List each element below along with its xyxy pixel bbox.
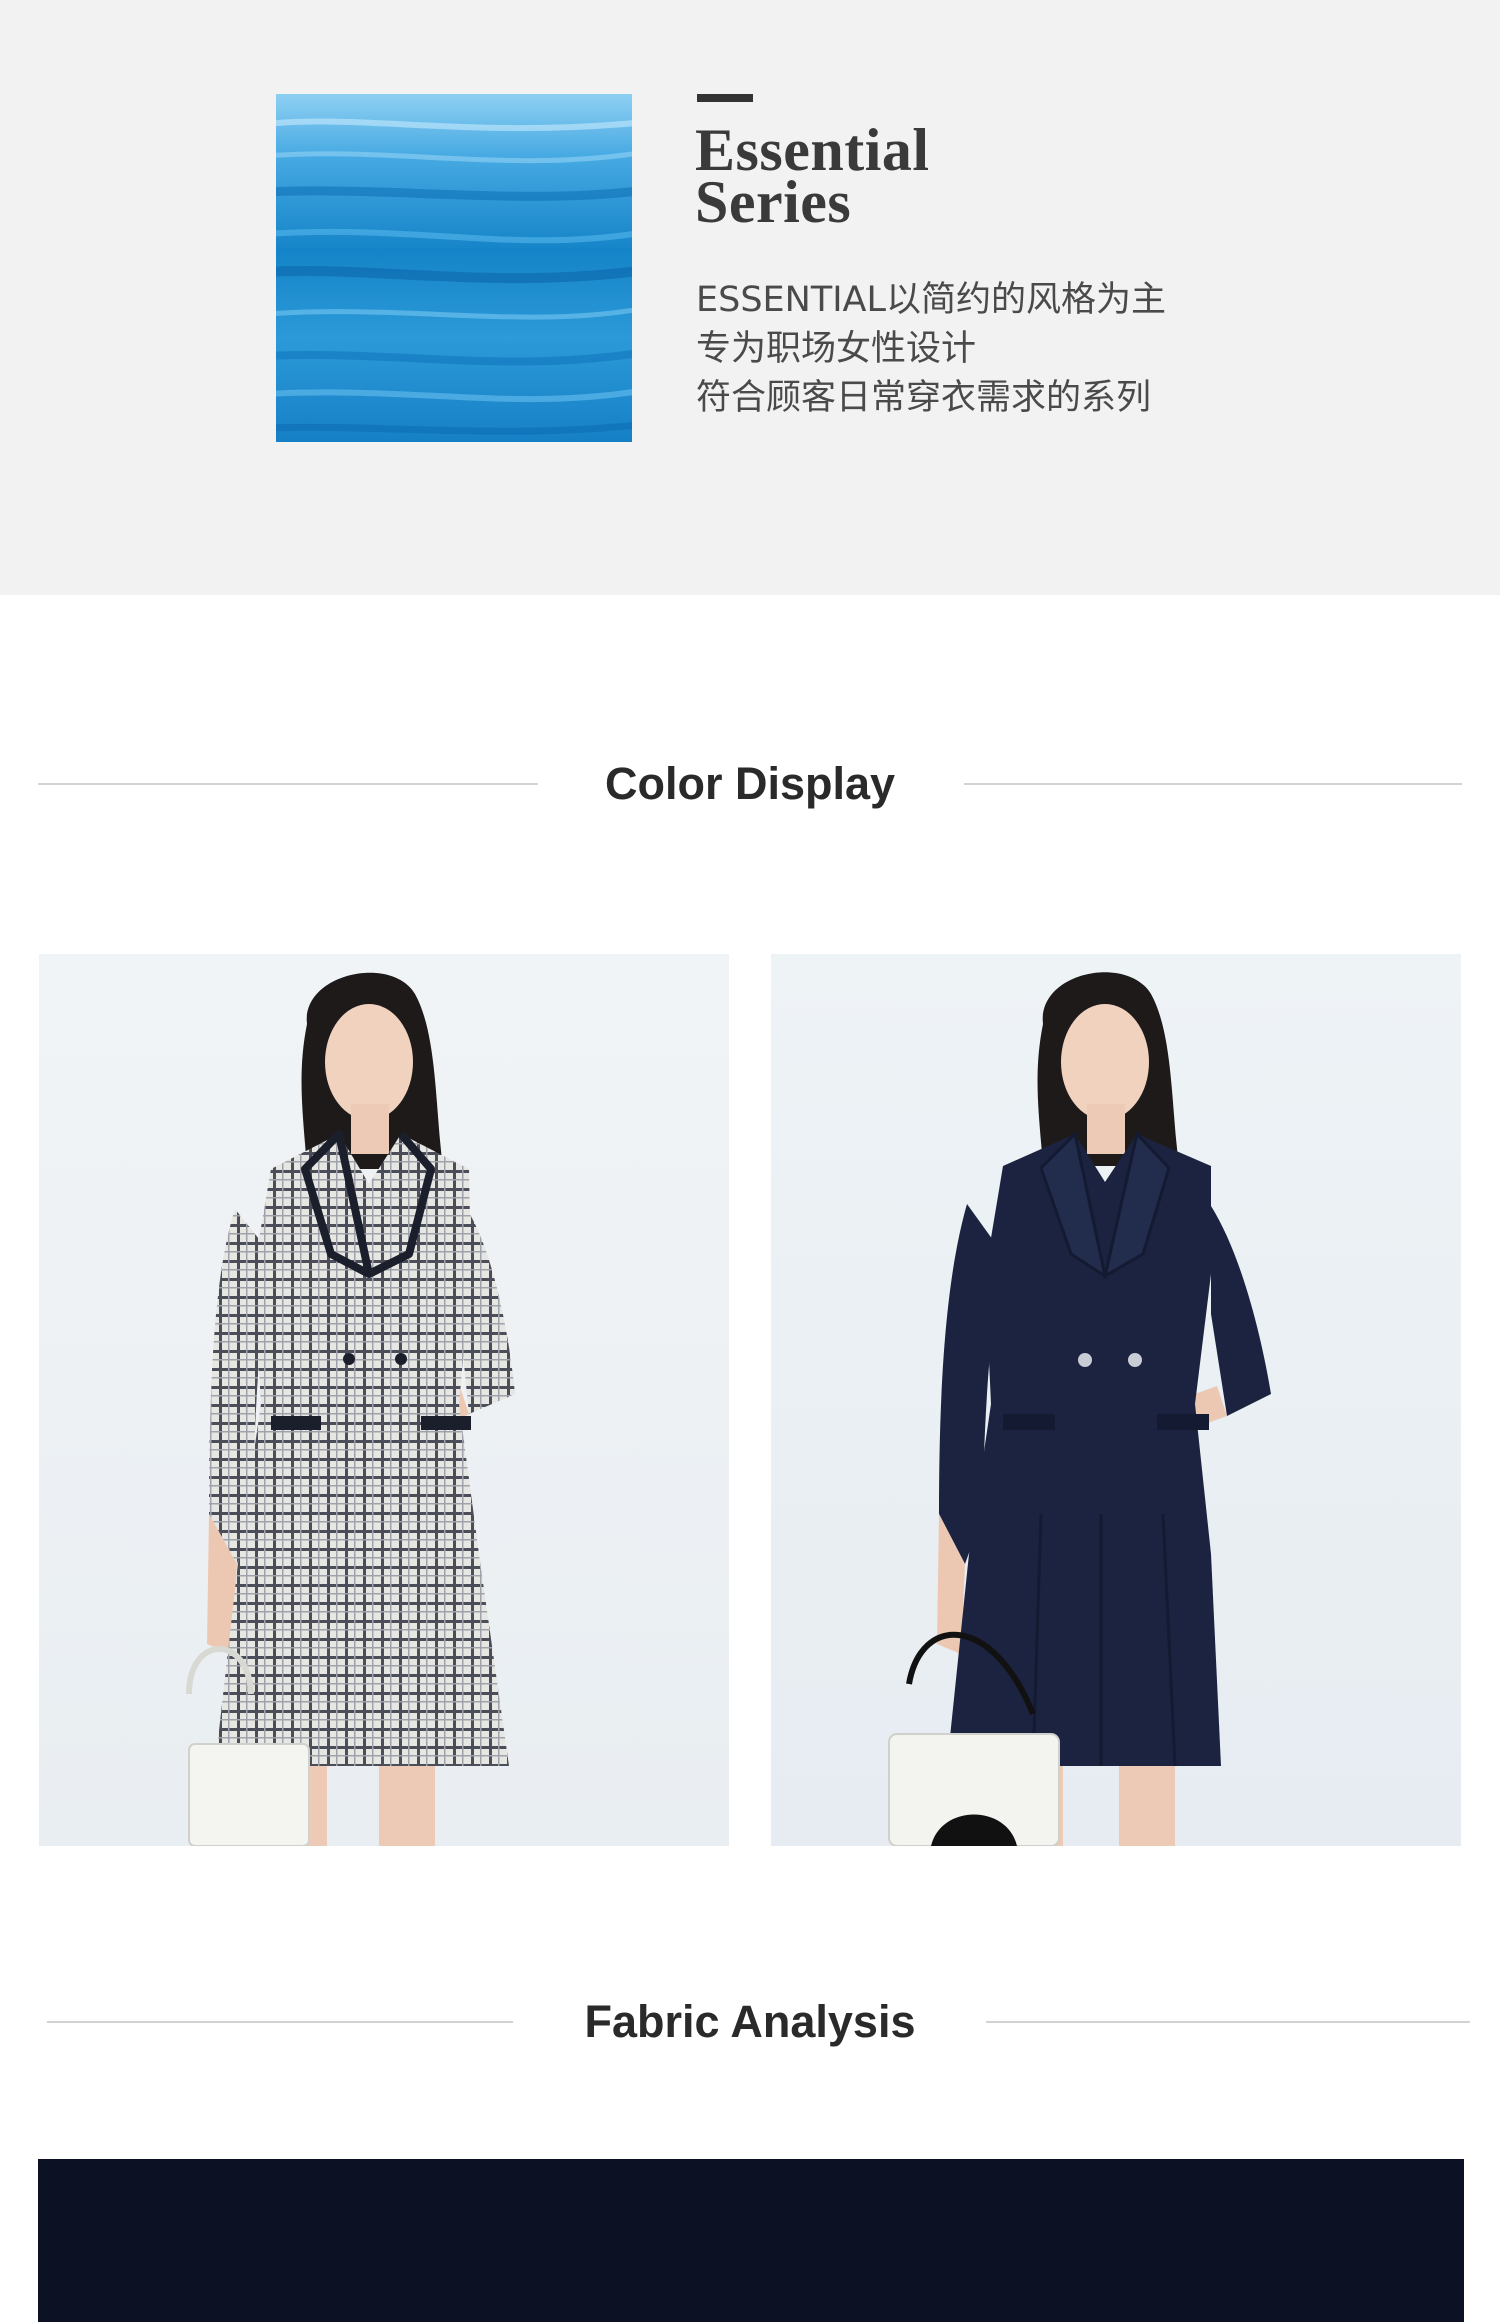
series-description-line3: 符合顾客日常穿衣需求的系列 xyxy=(696,378,1152,418)
series-description-line1: ESSENTIAL以简约的风格为主 xyxy=(696,280,1166,320)
series-description: ESSENTIAL以简约的风格为主 专为职场女性设计 符合顾客日常穿衣需求的系列 xyxy=(696,276,1316,423)
fabric-analysis-heading-row: Fabric Analysis xyxy=(0,1992,1500,2052)
product-photo-plaid-dress xyxy=(39,954,729,1846)
color-display-heading-row: Color Display xyxy=(0,754,1500,814)
series-description-line2: 专为职场女性设计 xyxy=(696,329,977,369)
series-title: Essential Series xyxy=(695,120,1195,235)
product-photo-navy-dress xyxy=(771,954,1461,1846)
color-display-heading: Color Display xyxy=(604,758,896,809)
fabric-analysis-heading: Fabric Analysis xyxy=(584,1996,916,2047)
title-accent-dash xyxy=(697,94,753,102)
series-color-swatch-image xyxy=(276,94,632,442)
series-banner: Essential Series ESSENTIAL以简约的风格为主 专为职场女… xyxy=(0,0,1500,595)
series-title-line2: Series xyxy=(695,169,852,235)
fabric-closeup-image xyxy=(38,2159,1464,2322)
